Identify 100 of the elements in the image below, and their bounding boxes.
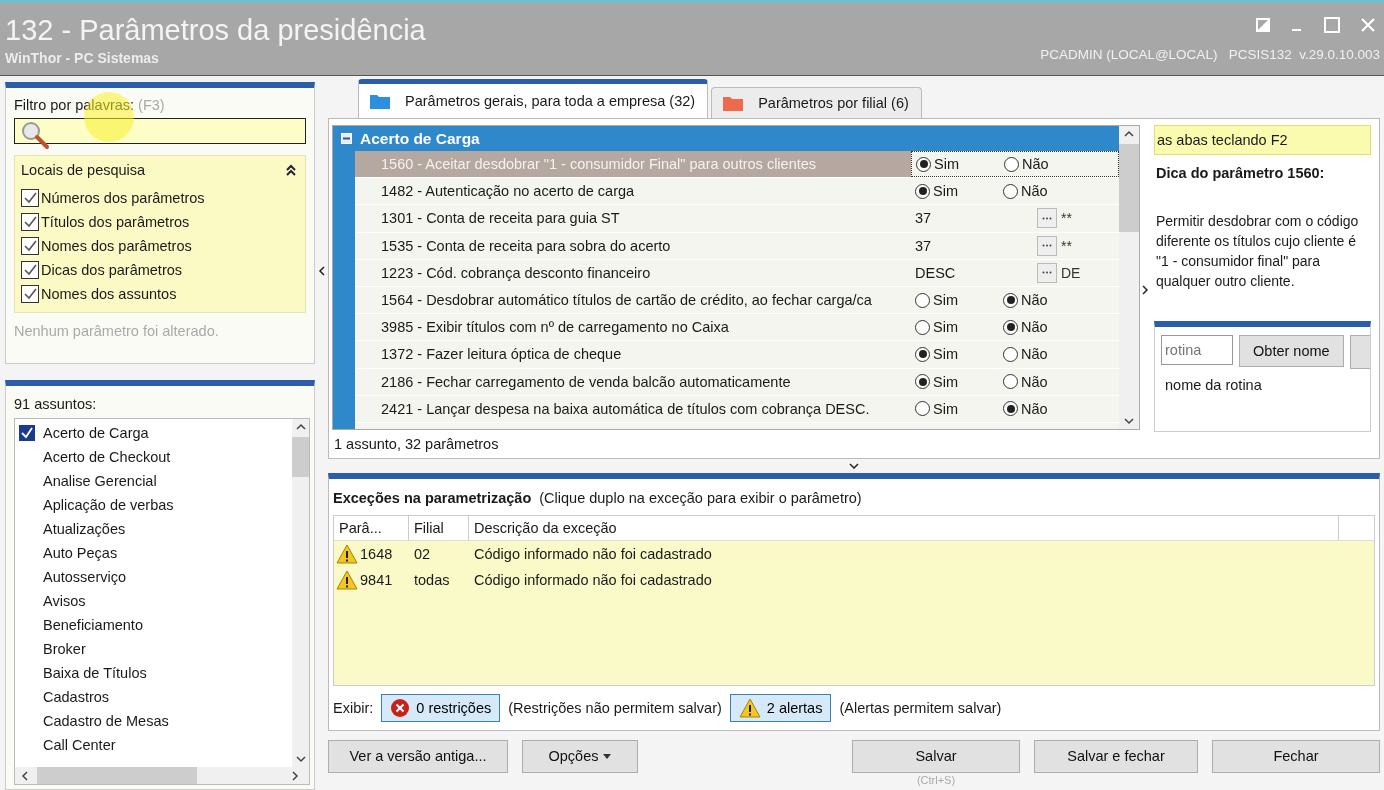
routine-name: nome da rotina xyxy=(1164,377,1263,393)
warning-icon xyxy=(336,544,358,565)
group-header[interactable]: Acerto de Carga xyxy=(333,126,1119,151)
radio-button[interactable]: Não xyxy=(1003,319,1091,336)
filter-toggle[interactable]: 0 restrições xyxy=(381,693,501,722)
parameter-label[interactable]: 1223 - Cód. cobrança desconto financeiro xyxy=(355,264,911,281)
exception-row[interactable]: 9841 todas Código informado não foi cadastrado xyxy=(334,567,1374,594)
app-name: WinThor - PC Sistemas xyxy=(5,50,160,66)
scrollbar-thumb[interactable] xyxy=(292,437,309,477)
column-header[interactable]: Descrição da exceção xyxy=(469,516,1339,541)
warning-icon xyxy=(336,570,358,591)
lookup-description: ** xyxy=(1061,210,1072,227)
lookup-value[interactable]: 37 xyxy=(915,237,1033,254)
radio-button[interactable]: Sim xyxy=(915,400,1003,417)
scroll-right-icon[interactable] xyxy=(291,770,299,781)
checkbox[interactable] xyxy=(21,261,39,279)
scrollbar-thumb[interactable] xyxy=(37,767,197,784)
checkbox[interactable] xyxy=(21,213,39,231)
radio-button[interactable]: Sim xyxy=(916,156,1004,173)
subject-item[interactable]: Acerto de Carga xyxy=(19,421,292,445)
parameter-label[interactable]: 1535 - Conta de receita para sobra do acerto xyxy=(355,237,911,254)
subject-item[interactable]: Baixa de Títulos xyxy=(19,661,292,685)
lookup-description: DE xyxy=(1061,264,1081,281)
lookup-value[interactable]: DESC xyxy=(915,264,1033,281)
exceptions-subtitle: (Clique duplo na exceção para exibir o parâmetro) xyxy=(539,490,862,507)
filter-toggle[interactable]: 2 alertas xyxy=(729,693,832,722)
old-version-button[interactable]: Ver a versão antiga... xyxy=(328,739,508,773)
subject-item[interactable]: Atualizações xyxy=(19,517,292,541)
radio-button[interactable]: Sim xyxy=(915,346,1003,363)
exceptions-title: Exceções na parametrização xyxy=(333,490,532,507)
parameter-label[interactable]: 1372 - Fazer leitura óptica de cheque xyxy=(355,346,911,363)
checkbox[interactable] xyxy=(19,425,35,441)
scroll-down-icon[interactable] xyxy=(1124,417,1134,425)
options-button[interactable]: Opções xyxy=(522,739,638,773)
lookup-value[interactable]: 37 xyxy=(915,210,1033,227)
subject-item[interactable]: Autosserviço xyxy=(19,565,292,589)
search-field[interactable] xyxy=(14,118,306,144)
toggle-note: (Alertas permitem salvar) xyxy=(839,699,1002,716)
checkbox[interactable] xyxy=(21,237,39,255)
radio-button[interactable]: Sim xyxy=(915,183,1003,200)
checkbox[interactable] xyxy=(21,285,39,303)
subject-item[interactable]: Cadastro de Mesas xyxy=(19,709,292,733)
tab[interactable]: Parâmetros por filial (6) xyxy=(711,87,922,118)
parameter-label[interactable]: 2186 - Fechar carregamento de venda balcão automaticamente xyxy=(355,373,911,390)
ellipsis-icon xyxy=(1042,271,1052,275)
radio-button[interactable]: Sim xyxy=(915,292,1003,309)
radio-button[interactable]: Não xyxy=(1003,346,1091,363)
change-status: Nenhum parâmetro foi alterado. xyxy=(14,323,220,339)
horizontal-scrollbar[interactable] xyxy=(15,767,309,784)
subject-item[interactable]: Acerto de Checkout xyxy=(19,445,292,469)
warning-icon xyxy=(738,697,761,718)
parameter-label[interactable]: 1301 - Conta de receita para guia ST xyxy=(355,210,911,227)
radio-button[interactable]: Não xyxy=(1003,373,1091,390)
scroll-up-icon[interactable] xyxy=(1124,130,1134,138)
search-icon xyxy=(20,120,50,150)
checkbox-label: Nomes dos parâmetros xyxy=(41,238,192,254)
checkbox-label: Dicas dos parâmetros xyxy=(41,262,183,278)
show-label: Exibir: xyxy=(333,699,374,716)
subject-item[interactable]: Aplicação de verbas xyxy=(19,493,292,517)
column-header[interactable]: Filial xyxy=(409,516,469,541)
shortcut-hint: (Ctrl+S) xyxy=(916,773,956,786)
radio-button[interactable]: Sim xyxy=(915,319,1003,336)
subject-item[interactable]: Avisos xyxy=(19,589,292,613)
subject-item[interactable]: Auto Peças xyxy=(19,541,292,565)
scrollbar[interactable] xyxy=(292,419,309,767)
checkbox[interactable] xyxy=(21,189,39,207)
subject-item[interactable]: Analise Gerencial xyxy=(19,469,292,493)
scroll-up-icon[interactable] xyxy=(295,423,306,431)
collapse-icon[interactable] xyxy=(285,164,297,176)
parameter-label[interactable]: 1564 - Desdobrar automático títulos de cartão de crédito, ao fechar carga/ca xyxy=(355,292,911,309)
column-header[interactable]: Parâ... xyxy=(334,516,409,541)
window-title: 132 - Parâmetros da presidência xyxy=(5,13,426,47)
subject-item[interactable]: Call Center xyxy=(19,733,292,757)
tab[interactable]: Parâmetros gerais, para toda a empresa (32) xyxy=(358,79,709,118)
radio-button[interactable]: Não xyxy=(1003,183,1091,200)
parameter-label[interactable]: 2421 - Lançar despesa na baixa automática de títulos com cobrança DESC. xyxy=(355,400,911,417)
subject-item[interactable]: Beneficiamento xyxy=(19,613,292,637)
radio-button[interactable]: Não xyxy=(1004,156,1092,173)
exception-row[interactable]: 1648 02 Código informado não foi cadastrado xyxy=(334,541,1374,568)
subject-item[interactable]: Broker xyxy=(19,637,292,661)
close-button[interactable]: Fechar xyxy=(1212,739,1380,773)
radio-button[interactable]: Sim xyxy=(915,373,1003,390)
scroll-down-icon[interactable] xyxy=(295,755,306,763)
scroll-left-icon[interactable] xyxy=(21,770,29,781)
radio-button[interactable]: Não xyxy=(1003,400,1091,417)
subject-item[interactable]: Cadastros xyxy=(19,685,292,709)
ellipsis-icon xyxy=(1042,216,1052,220)
save-and-close-button[interactable]: Salvar e fechar xyxy=(1034,739,1198,773)
parameter-label[interactable]: 3985 - Exibir títulos com nº de carregamento no Caixa xyxy=(355,319,911,336)
routine-field[interactable]: rotina xyxy=(1161,335,1233,365)
radio-button[interactable]: Não xyxy=(1003,292,1091,309)
parameter-label[interactable]: 1482 - Autenticação no acerto de carga xyxy=(355,183,911,200)
subjects-count: 91 assuntos: xyxy=(14,396,98,412)
scrollbar-thumb[interactable] xyxy=(1119,144,1139,232)
filter-label: Filtro por palavras: xyxy=(14,97,135,113)
grid-status: 1 assunto, 32 parâmetros xyxy=(333,435,500,452)
scrollbar[interactable] xyxy=(1119,126,1139,429)
save-button[interactable]: Salvar xyxy=(852,739,1020,773)
get-name-button[interactable]: Obter nome xyxy=(1239,335,1344,367)
shortcut-hint: (F3) xyxy=(138,97,165,113)
